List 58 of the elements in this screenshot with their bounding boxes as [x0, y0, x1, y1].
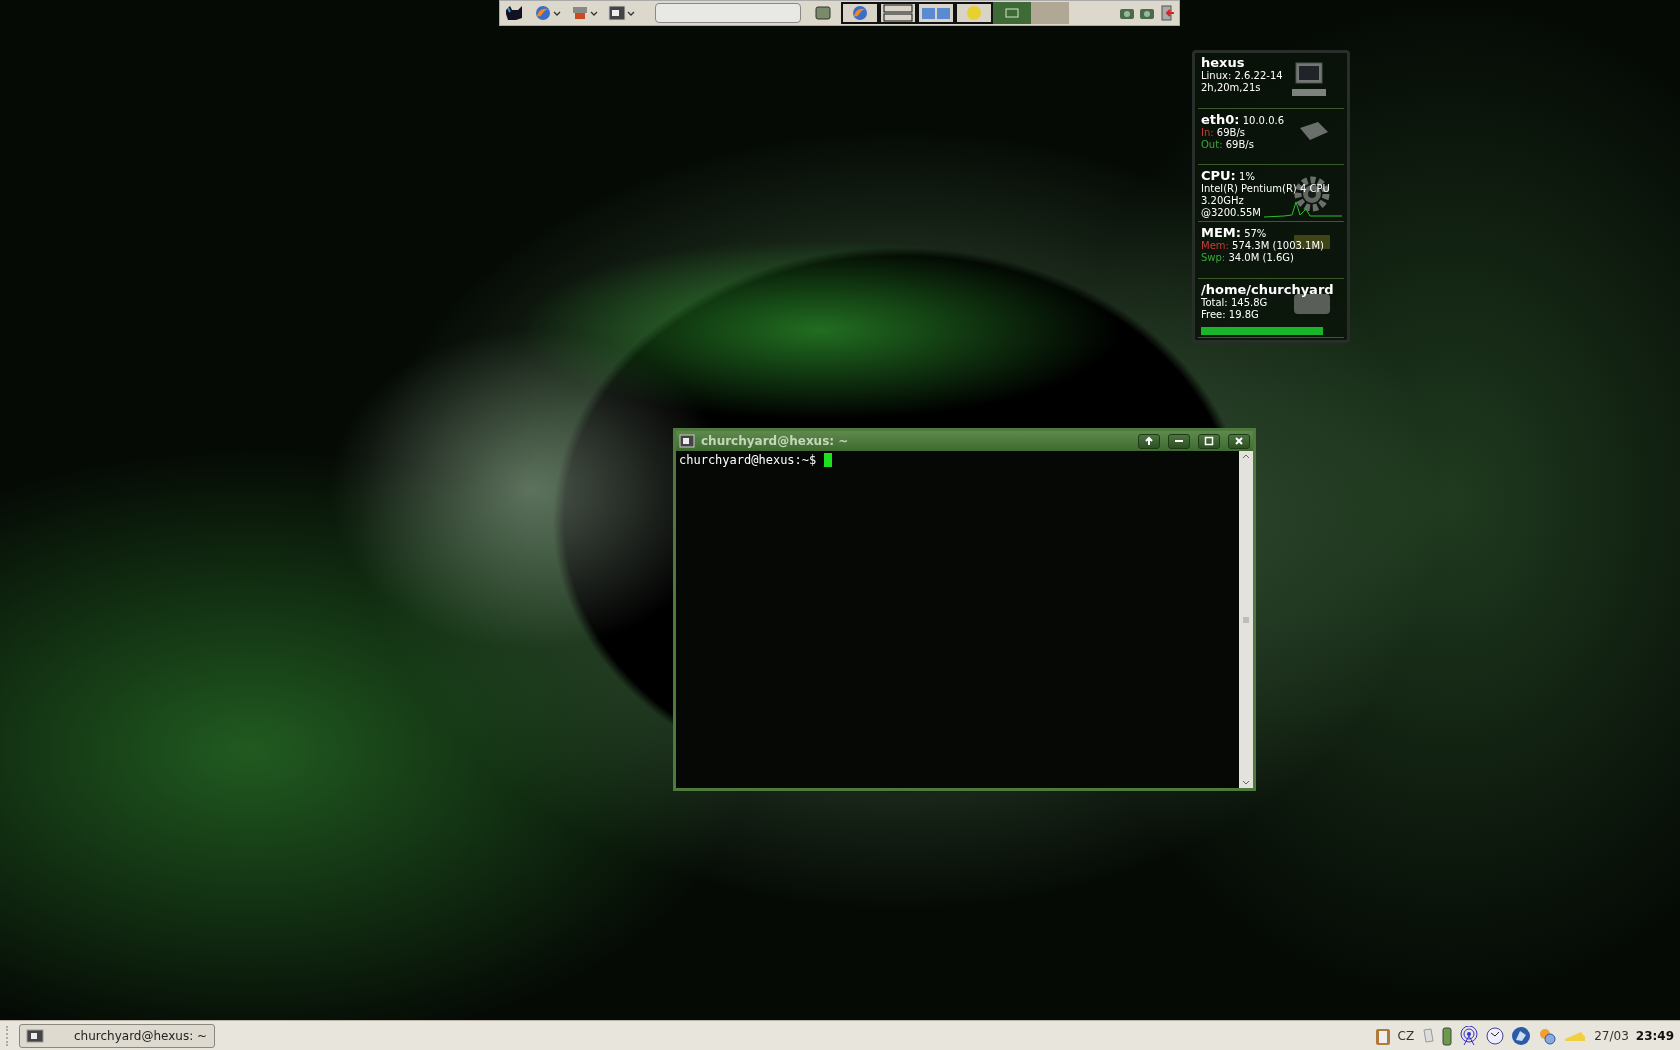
folder-icon	[921, 7, 951, 19]
close-icon	[1233, 435, 1245, 447]
terminal-icon[interactable]	[679, 434, 695, 448]
monitor-heading: /home/churchyard	[1201, 282, 1334, 297]
monitor-value: 1%	[1239, 171, 1255, 183]
monitor-label: Mem:	[1201, 240, 1229, 252]
window-thumbnail-icon	[883, 4, 913, 22]
monitor-line: Total: 145.8G	[1201, 297, 1268, 309]
scrollbar[interactable]	[1239, 451, 1253, 788]
minimize-button[interactable]	[1168, 433, 1190, 449]
monitor-line: Intel(R) Pentium(R) 4 CPU	[1201, 183, 1330, 196]
monitor-line: @3200.55M	[1201, 207, 1261, 220]
workspace-button[interactable]	[841, 2, 879, 24]
search-field[interactable]	[655, 3, 801, 23]
close-button[interactable]	[1228, 433, 1250, 449]
monitor-label: Swp:	[1201, 252, 1226, 264]
monitor-value: 10.0.0.6	[1242, 114, 1285, 126]
minimize-icon	[1175, 440, 1183, 442]
launcher-button[interactable]	[608, 5, 635, 21]
maximize-button[interactable]	[1198, 433, 1220, 449]
logout-icon[interactable]	[1159, 5, 1175, 21]
monitor-heading: MEM:	[1201, 225, 1241, 241]
maximize-icon	[1203, 435, 1215, 447]
shell-prompt: churchyard@hexus:~$	[679, 453, 817, 467]
monitor-heading: eth0:	[1201, 111, 1240, 127]
terminal-icon	[608, 5, 626, 21]
monitor-value: 69B/s	[1225, 138, 1254, 150]
monitor-value: 57%	[1244, 228, 1267, 240]
window-title: churchyard@hexus: ~	[701, 434, 850, 448]
monitor-heading: CPU:	[1201, 168, 1236, 184]
monitor-line: 3.20GHz	[1201, 195, 1244, 208]
workspace-button[interactable]	[917, 2, 955, 24]
workspace-button[interactable]	[955, 2, 993, 24]
workspace-button[interactable]	[879, 2, 917, 24]
smiley-icon	[966, 5, 982, 21]
monitor-label: In:	[1201, 126, 1214, 138]
battery-icon[interactable]	[1442, 1025, 1453, 1046]
monitor-value: 69B/s	[1216, 126, 1245, 138]
signal-icon[interactable]	[1459, 1025, 1480, 1046]
clock-icon[interactable]	[1486, 1026, 1505, 1045]
date-text[interactable]: 27/03	[1594, 1028, 1629, 1043]
toolbox-icon	[571, 4, 589, 22]
monitor-label: Out:	[1201, 138, 1223, 150]
scroll-grip-icon[interactable]	[1242, 615, 1250, 624]
shade-icon	[1143, 435, 1155, 447]
monitor-value: 34.0M (1.6G)	[1228, 252, 1294, 264]
terminal-icon	[26, 1028, 44, 1043]
monitor-line: Linux: 2.6.22-14	[1201, 70, 1283, 82]
task-button[interactable]: churchyard@hexus: ~	[19, 1023, 215, 1048]
text-cursor	[824, 453, 833, 467]
shade-button[interactable]	[1138, 433, 1160, 449]
keyboard-layout[interactable]: CZ	[1397, 1028, 1415, 1043]
monitor-line: Free: 19.8G	[1201, 309, 1259, 321]
monitor-value: 574.3M (1003.1M)	[1232, 240, 1324, 252]
window-thumbnail-icon	[1005, 8, 1019, 18]
monitor-line: 2h,20m,21s	[1201, 82, 1261, 94]
clock-text[interactable]: 23:49	[1635, 1028, 1674, 1043]
monitor-heading: hexus	[1201, 55, 1245, 70]
